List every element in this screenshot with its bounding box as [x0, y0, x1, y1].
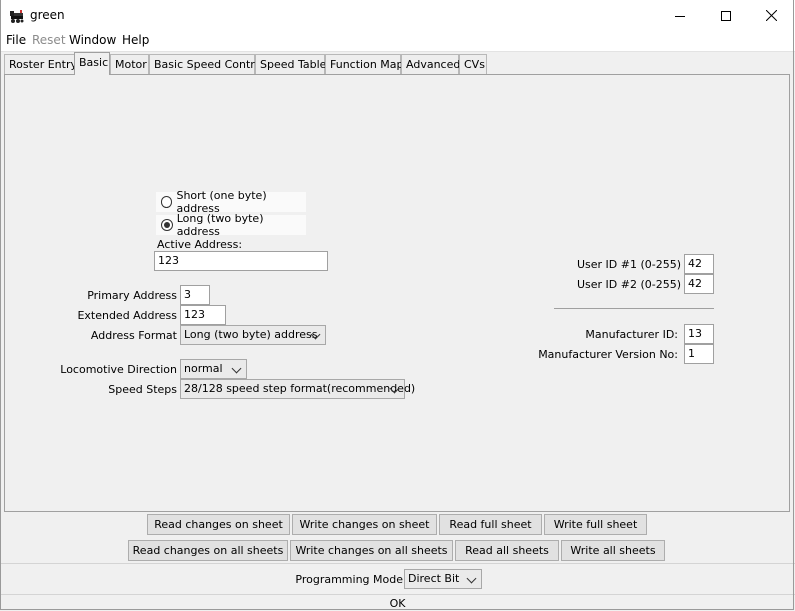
menu-window[interactable]: Window — [69, 33, 116, 47]
read-changes-all-button[interactable]: Read changes on all sheets — [128, 540, 288, 561]
programming-mode-value: Direct Bit — [408, 572, 460, 585]
short-address-option[interactable]: Short (one byte) address — [156, 189, 306, 216]
tab-cvs[interactable]: CVs — [459, 54, 487, 74]
user-id2-label: User ID #2 (0-255) — [576, 278, 681, 291]
divider — [0, 594, 795, 595]
status-text: OK — [389, 597, 406, 610]
user-id1-input[interactable]: 42 — [684, 254, 714, 274]
close-button[interactable] — [748, 0, 794, 31]
long-address-option[interactable]: Long (two byte) address — [156, 212, 306, 238]
chevron-down-icon — [466, 573, 477, 584]
programming-mode-select[interactable]: Direct Bit — [404, 569, 482, 589]
read-all-button[interactable]: Read all sheets — [455, 540, 559, 561]
title-bar: green — [0, 0, 795, 31]
locomotive-icon — [9, 8, 25, 24]
manufacturer-id-input[interactable]: 13 — [684, 324, 714, 344]
long-address-radio[interactable] — [161, 219, 173, 231]
tab-basic-speed-control[interactable]: Basic Speed Control — [149, 54, 264, 74]
speed-steps-label: Speed Steps — [108, 383, 177, 396]
address-format-value: Long (two byte) address — [184, 328, 318, 341]
extended-address-input[interactable]: 123 — [180, 305, 226, 325]
manufacturer-id-label: Manufacturer ID: — [585, 328, 678, 341]
minimize-button[interactable] — [657, 0, 703, 31]
menu-file[interactable]: File — [6, 33, 26, 47]
write-all-button[interactable]: Write all sheets — [561, 540, 665, 561]
write-changes-all-button[interactable]: Write changes on all sheets — [290, 540, 453, 561]
primary-address-label: Primary Address — [87, 289, 177, 302]
primary-address-input[interactable]: 3 — [180, 285, 210, 305]
tab-function-map[interactable]: Function Map — [325, 54, 404, 74]
divider — [0, 563, 795, 564]
write-full-sheet-button[interactable]: Write full sheet — [544, 514, 647, 535]
active-address-input[interactable]: 123 — [154, 251, 328, 271]
user-id1-label: User ID #1 (0-255) — [576, 258, 681, 271]
direction-select[interactable]: normal — [180, 359, 247, 379]
direction-value: normal — [184, 362, 223, 375]
menu-help[interactable]: Help — [122, 33, 149, 47]
write-changes-sheet-button[interactable]: Write changes on sheet — [292, 514, 437, 535]
long-address-label: Long (two byte) address — [176, 212, 264, 238]
maximize-button[interactable] — [703, 0, 749, 31]
menu-reset[interactable]: Reset — [32, 33, 66, 47]
active-address-label: Active Address: — [157, 238, 243, 251]
tab-roster-entry[interactable]: Roster Entry — [4, 54, 77, 74]
chevron-down-icon — [231, 363, 242, 374]
manufacturer-version-label: Manufacturer Version No: — [538, 348, 678, 361]
user-id2-input[interactable]: 42 — [684, 274, 714, 294]
tab-speed-table[interactable]: Speed Table — [255, 54, 326, 74]
speed-steps-value: 28/128 speed step format(recommended) — [184, 382, 416, 395]
read-changes-sheet-button[interactable]: Read changes on sheet — [147, 514, 290, 535]
window-title: green — [30, 8, 65, 22]
separator — [554, 308, 714, 309]
minimize-icon — [675, 15, 685, 17]
short-address-radio[interactable] — [161, 196, 173, 208]
address-format-select[interactable]: Long (two byte) address — [180, 325, 326, 345]
close-icon — [765, 10, 777, 21]
tab-basic[interactable]: Basic — [74, 52, 110, 75]
menu-bar: File Reset Window Help — [0, 31, 795, 52]
address-format-label: Address Format — [90, 329, 177, 342]
maximize-icon — [721, 10, 731, 21]
speed-steps-select[interactable]: 28/128 speed step format(recommended) — [180, 379, 415, 399]
manufacturer-version-input[interactable]: 1 — [684, 344, 714, 364]
extended-address-label: Extended Address — [77, 309, 177, 322]
read-full-sheet-button[interactable]: Read full sheet — [439, 514, 542, 535]
programming-mode-label: Programming Mode — [295, 573, 403, 586]
tab-advanced[interactable]: Advanced — [401, 54, 460, 74]
tab-motor[interactable]: Motor — [110, 54, 149, 74]
direction-label: Locomotive Direction — [60, 363, 177, 376]
